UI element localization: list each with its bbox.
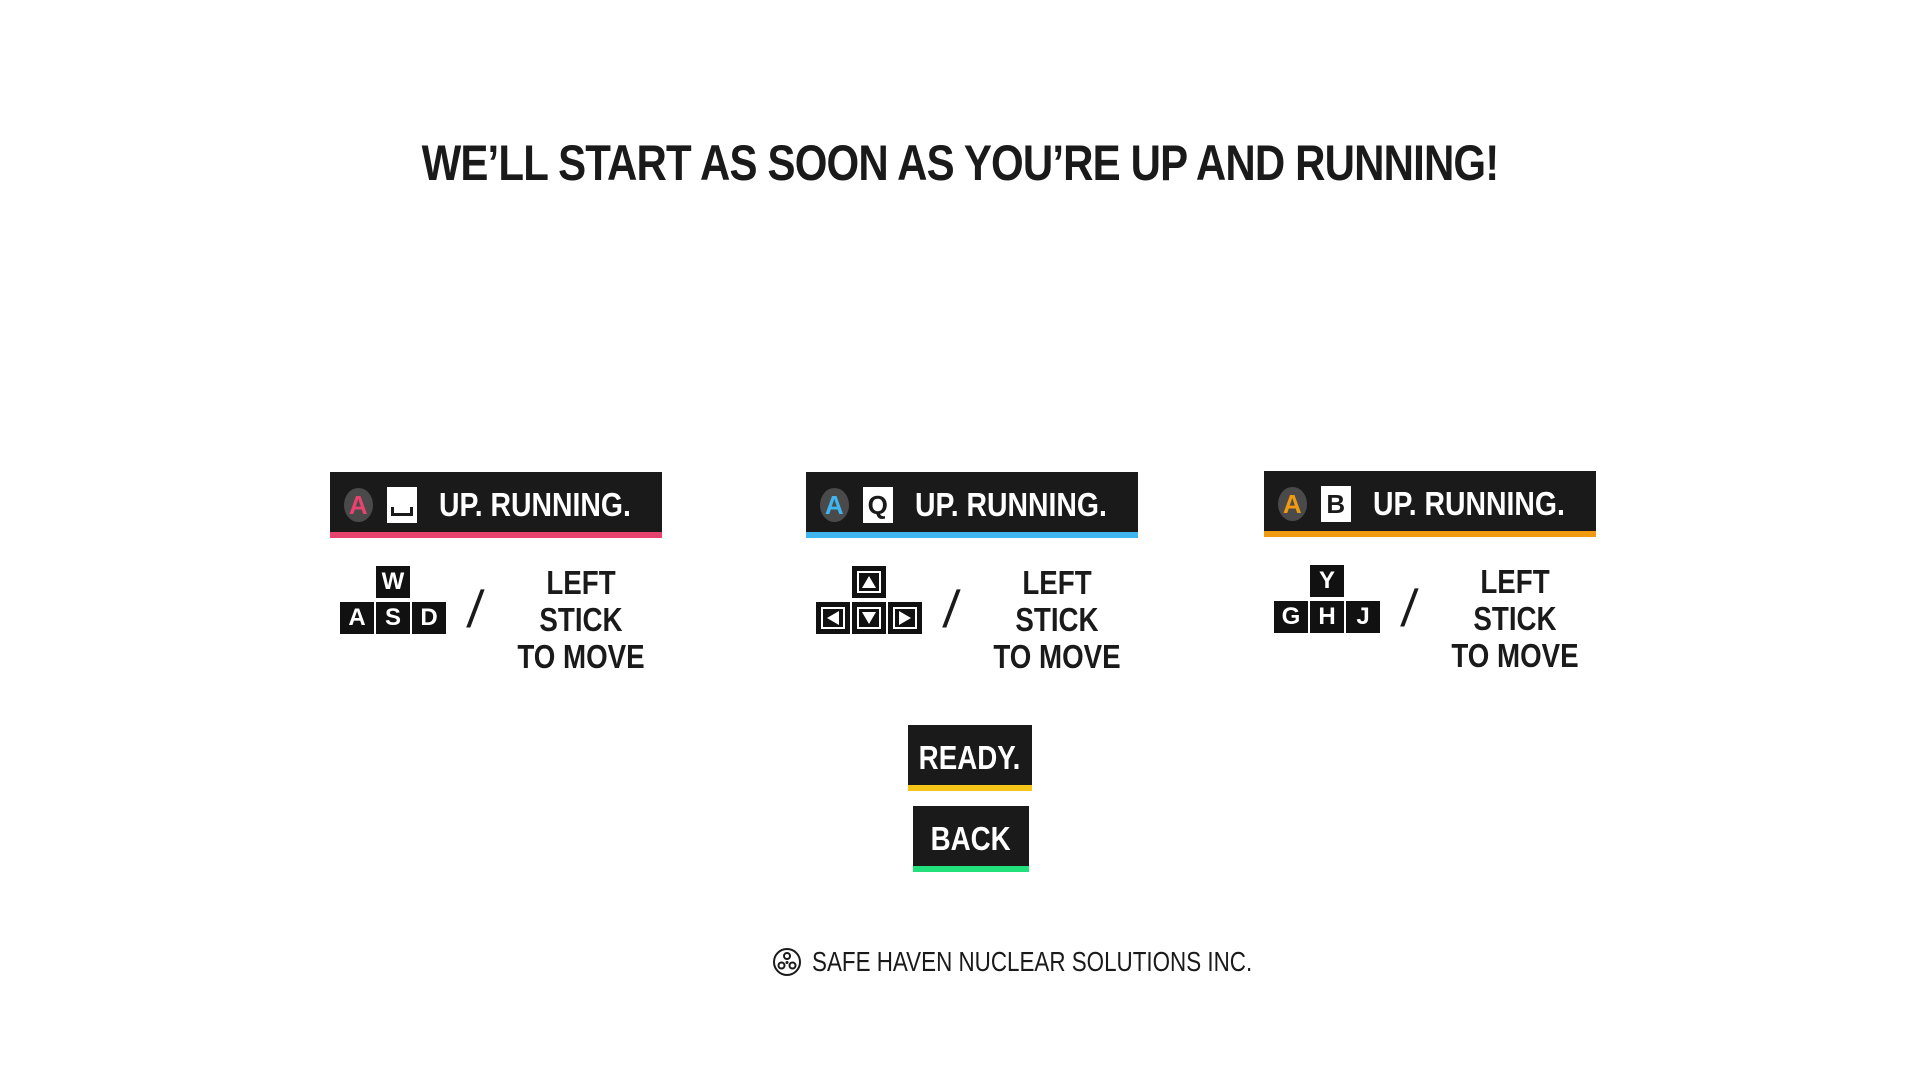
radiation-logo-icon	[773, 948, 801, 976]
arrow-keys	[816, 566, 926, 638]
stick-line-2: TO MOVE	[1451, 637, 1579, 674]
wasd-keys: W A S D	[340, 566, 450, 638]
arrow-up-icon	[852, 566, 886, 598]
key-d: D	[412, 602, 446, 634]
arrow-right-icon	[888, 602, 922, 634]
key-y: Y	[1310, 565, 1344, 597]
stick-line-1: LEFT STICK	[1015, 564, 1099, 638]
yghj-keys: Y G H J	[1274, 565, 1384, 637]
company-name: SAFE HAVEN NUCLEAR SOLUTIONS INC.	[812, 946, 1253, 977]
player-3-banner: A B UP. RUNNING.	[1264, 471, 1596, 537]
arrow-down-icon	[852, 602, 886, 634]
key-a: A	[340, 602, 374, 634]
footer: SAFE HAVEN NUCLEAR SOLUTIONS INC.	[772, 944, 1362, 980]
stick-line-1: LEFT STICK	[539, 564, 623, 638]
player-3-status: UP. RUNNING.	[1372, 485, 1565, 522]
player-3-accent-bar	[1264, 531, 1596, 537]
back-button-label: BACK	[930, 820, 1012, 857]
player-1-accent-bar	[330, 532, 662, 538]
ready-button[interactable]: READY.	[908, 725, 1032, 791]
player-slot-1: A UP. RUNNING. W A S D / LEFT STICK TO M…	[330, 472, 662, 675]
a-button-icon: A	[344, 488, 373, 522]
a-button-icon: A	[820, 488, 849, 522]
stick-instruction: LEFT STICK TO MOVE	[1447, 563, 1583, 674]
separator-slash: /	[464, 581, 486, 639]
ready-accent-bar	[908, 785, 1032, 791]
a-button-icon: A	[1278, 487, 1307, 521]
key-j: J	[1346, 601, 1380, 633]
stick-line-1: LEFT STICK	[1473, 563, 1557, 637]
join-key: Q	[862, 487, 893, 523]
player-slot-2: A Q UP. RUNNING. / LEFT STICK TO MOVE	[806, 472, 1138, 675]
separator-slash: /	[1398, 580, 1420, 638]
join-key: B	[1320, 486, 1351, 522]
back-button[interactable]: BACK	[913, 806, 1029, 872]
key-w: W	[376, 566, 410, 598]
stick-instruction: LEFT STICK TO MOVE	[513, 564, 649, 675]
page-title: WE’LL START AS SOON AS YOU’RE UP AND RUN…	[421, 135, 1500, 191]
player-2-accent-bar	[806, 532, 1138, 538]
ready-button-label: READY.	[919, 739, 1021, 776]
player-1-banner: A UP. RUNNING.	[330, 472, 662, 538]
key-g: G	[1274, 601, 1308, 633]
key-s: S	[376, 602, 410, 634]
key-h: H	[1310, 601, 1344, 633]
player-1-status: UP. RUNNING.	[438, 486, 631, 523]
separator-slash: /	[940, 581, 962, 639]
stick-instruction: LEFT STICK TO MOVE	[989, 564, 1125, 675]
player-slot-3: A B UP. RUNNING. Y G H J / LEFT STICK TO…	[1264, 471, 1596, 674]
stick-line-2: TO MOVE	[993, 638, 1121, 675]
spacebar-icon	[386, 487, 417, 523]
player-2-banner: A Q UP. RUNNING.	[806, 472, 1138, 538]
back-accent-bar	[913, 866, 1029, 872]
player-2-status: UP. RUNNING.	[914, 486, 1107, 523]
stick-line-2: TO MOVE	[517, 638, 645, 675]
arrow-left-icon	[816, 602, 850, 634]
